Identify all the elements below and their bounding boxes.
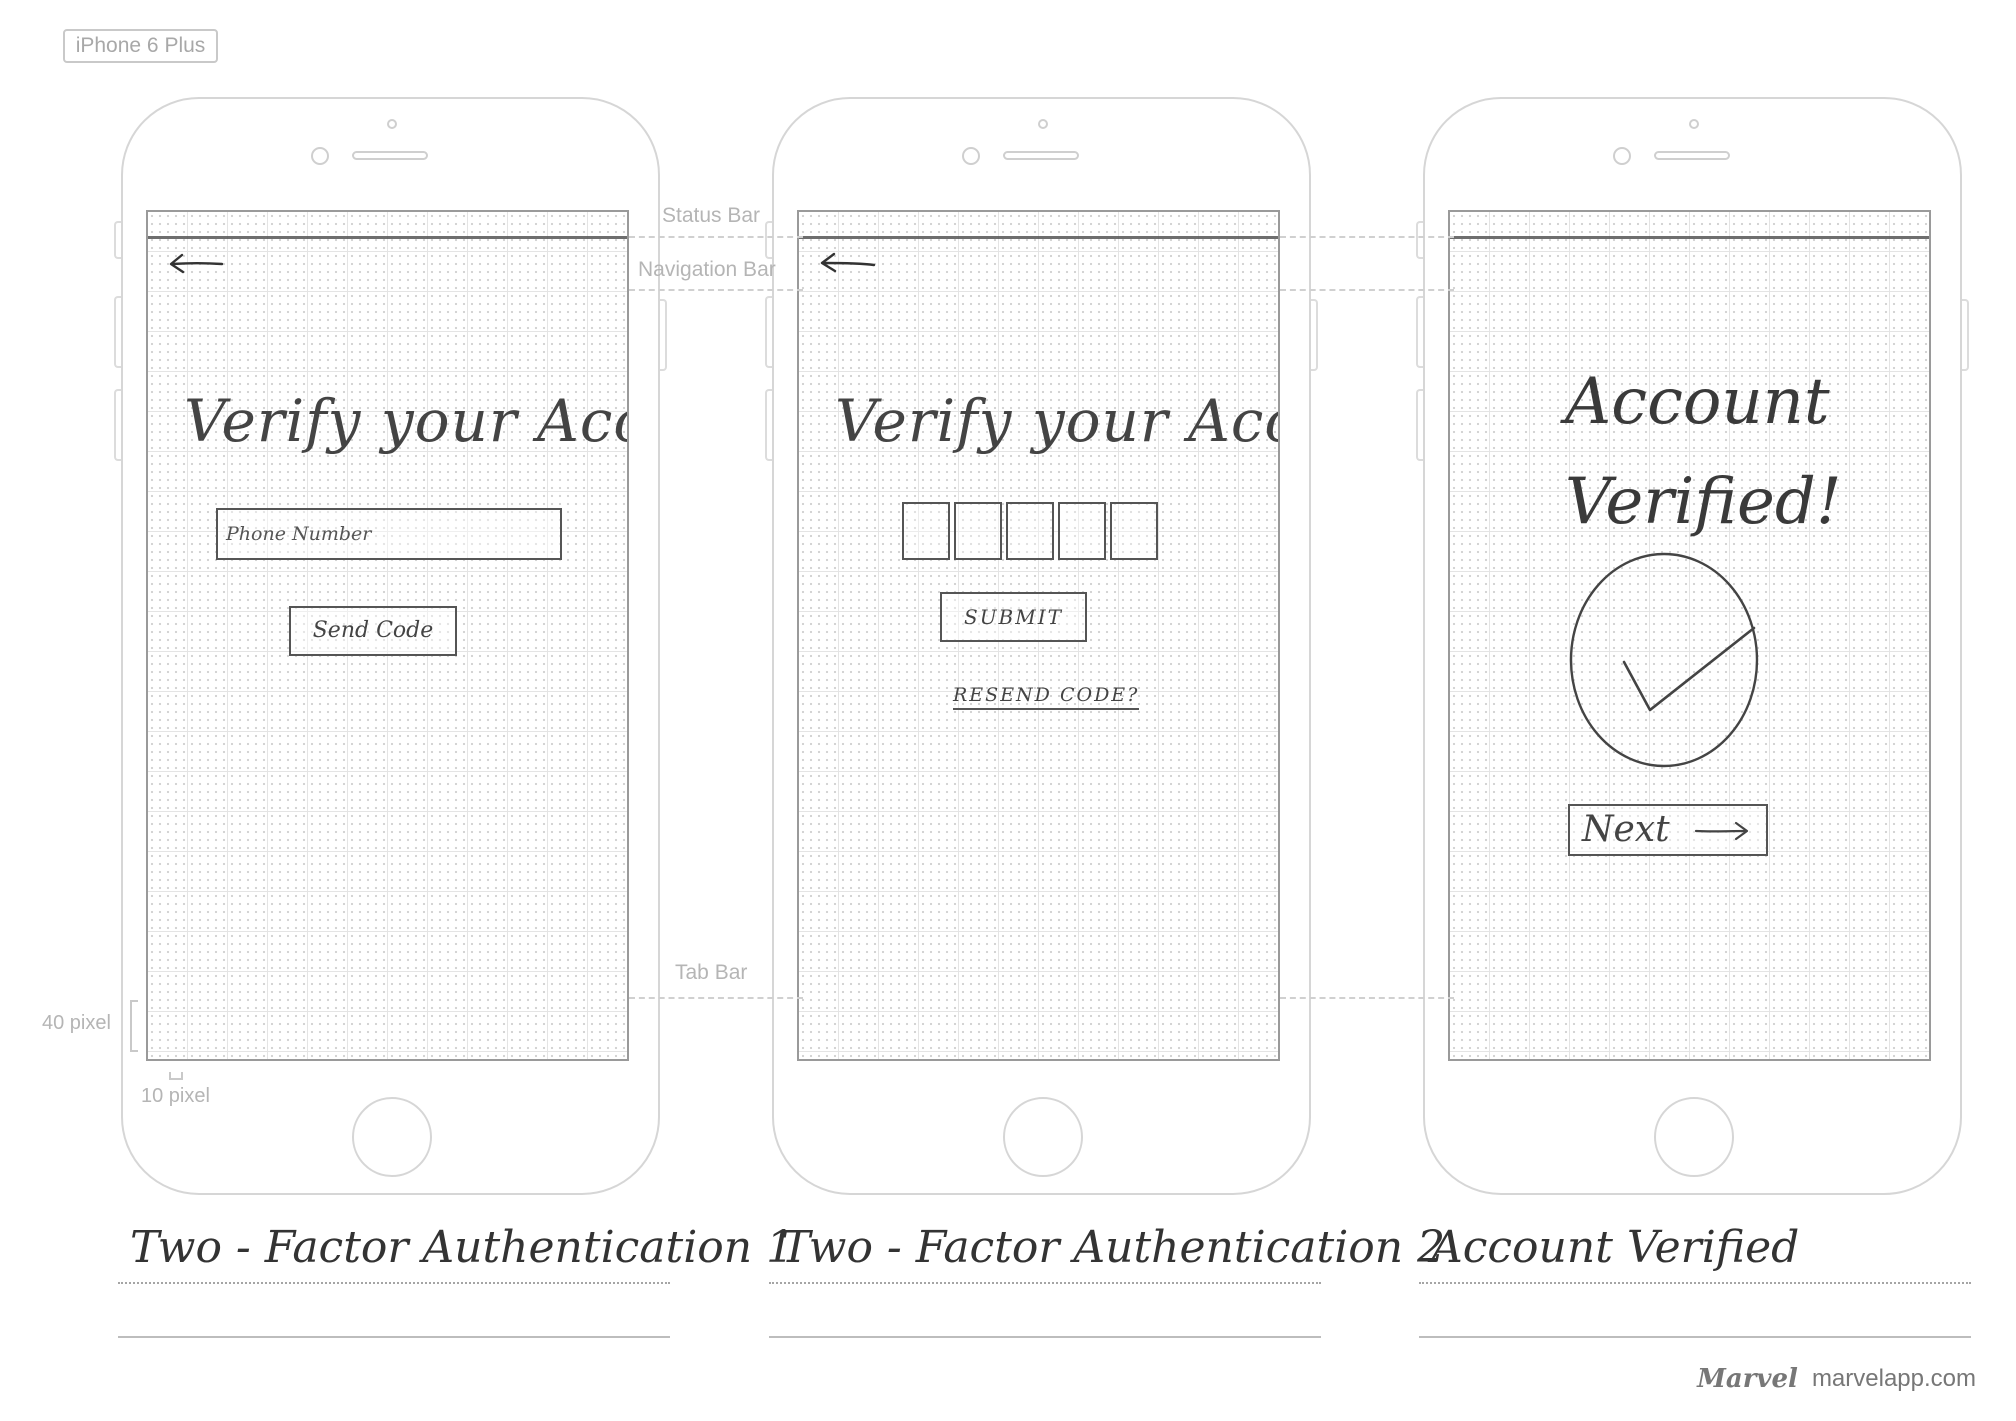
- power-button: [660, 299, 667, 371]
- navigation-bar-guide: [1280, 289, 1454, 291]
- code-digit-input[interactable]: [902, 502, 950, 560]
- send-code-button[interactable]: Send Code: [289, 606, 457, 656]
- verification-code-inputs: [902, 502, 1158, 560]
- footer-site-link[interactable]: marvelapp.com: [1812, 1365, 1976, 1393]
- screen-auth2: Verify your Account SUBMIT RESEND CODE?: [797, 210, 1280, 1061]
- caption-text: Account Verified: [1431, 1222, 1800, 1273]
- verified-title-line1: Account: [1565, 365, 1830, 439]
- home-button[interactable]: [1003, 1097, 1083, 1177]
- verified-title-line2: Verified!: [1565, 465, 1842, 539]
- front-camera: [962, 147, 980, 165]
- volume-up-button: [765, 296, 772, 368]
- caption-dotted-line: [118, 1282, 670, 1284]
- volume-down-button: [765, 389, 772, 461]
- checkmark-circle-icon: [1569, 552, 1759, 768]
- earpiece-speaker: [1003, 151, 1079, 160]
- volume-up-button: [114, 296, 121, 368]
- home-button[interactable]: [352, 1097, 432, 1177]
- phone-frame-auth1: Verify your Account Phone Number Send Co…: [114, 97, 667, 1195]
- caption-rule: [769, 1336, 1321, 1338]
- proximity-sensor: [1689, 119, 1699, 129]
- mute-switch: [765, 221, 772, 259]
- code-digit-input[interactable]: [954, 502, 1002, 560]
- code-digit-input[interactable]: [1058, 502, 1106, 560]
- page-title: Verify your Account: [184, 387, 627, 455]
- screen-auth1: Verify your Account Phone Number Send Co…: [146, 210, 629, 1061]
- earpiece-speaker: [1654, 151, 1730, 160]
- width-bracket: [169, 1072, 183, 1080]
- arrow-left-icon[interactable]: [166, 248, 226, 278]
- proximity-sensor: [387, 119, 397, 129]
- caption-rule: [1419, 1336, 1971, 1338]
- phone-frame-auth2: Verify your Account SUBMIT RESEND CODE?: [765, 97, 1318, 1195]
- tab-bar-label: Tab Bar: [675, 961, 748, 984]
- arrow-right-icon: [1694, 821, 1749, 841]
- mute-switch: [1416, 221, 1423, 259]
- home-button[interactable]: [1654, 1097, 1734, 1177]
- height-annotation: 40 pixel: [42, 1012, 111, 1034]
- tab-bar-guide: [629, 997, 803, 999]
- caption-rule: [118, 1336, 670, 1338]
- caption-dotted-line: [1419, 1282, 1971, 1284]
- status-bar-guide: [629, 236, 803, 238]
- volume-down-button: [1416, 389, 1423, 461]
- caption-text: Two - Factor Authentication 1: [130, 1222, 795, 1273]
- code-digit-input[interactable]: [1110, 502, 1158, 560]
- navigation-bar-label: Navigation Bar: [638, 258, 776, 281]
- earpiece-speaker: [352, 151, 428, 160]
- footer: Marvel marvelapp.com: [1697, 1364, 1976, 1394]
- code-digit-input[interactable]: [1006, 502, 1054, 560]
- next-button[interactable]: Next: [1568, 804, 1768, 856]
- device-label: iPhone 6 Plus: [63, 29, 218, 63]
- volume-down-button: [114, 389, 121, 461]
- status-bar-guide: [1280, 236, 1454, 238]
- width-annotation: 10 pixel: [141, 1085, 210, 1107]
- next-button-label: Next: [1582, 809, 1670, 850]
- verified-title: Account Verified!: [1565, 352, 1842, 552]
- power-button: [1311, 299, 1318, 371]
- resend-code-link[interactable]: RESEND CODE?: [953, 684, 1140, 710]
- phone-number-input[interactable]: Phone Number: [216, 508, 562, 560]
- status-bar-line: [799, 236, 1278, 239]
- height-bracket: [130, 1000, 138, 1052]
- status-bar-label: Status Bar: [662, 204, 761, 227]
- front-camera: [1613, 147, 1631, 165]
- status-bar-line: [148, 236, 627, 239]
- caption-text: Two - Factor Authentication 2: [781, 1222, 1446, 1273]
- proximity-sensor: [1038, 119, 1048, 129]
- arrow-left-icon[interactable]: [817, 248, 877, 278]
- tab-bar-guide: [1280, 997, 1454, 999]
- status-bar-line: [1450, 236, 1929, 239]
- phone-frame-verified: Account Verified! Next: [1416, 97, 1969, 1195]
- page-title: Verify your Account: [835, 387, 1278, 455]
- navigation-bar-guide: [629, 289, 803, 291]
- caption-dotted-line: [769, 1282, 1321, 1284]
- front-camera: [311, 147, 329, 165]
- volume-up-button: [1416, 296, 1423, 368]
- screen-verified: Account Verified! Next: [1448, 210, 1931, 1061]
- marvel-logo: Marvel: [1697, 1364, 1798, 1394]
- submit-button[interactable]: SUBMIT: [940, 592, 1087, 642]
- power-button: [1962, 299, 1969, 371]
- mute-switch: [114, 221, 121, 259]
